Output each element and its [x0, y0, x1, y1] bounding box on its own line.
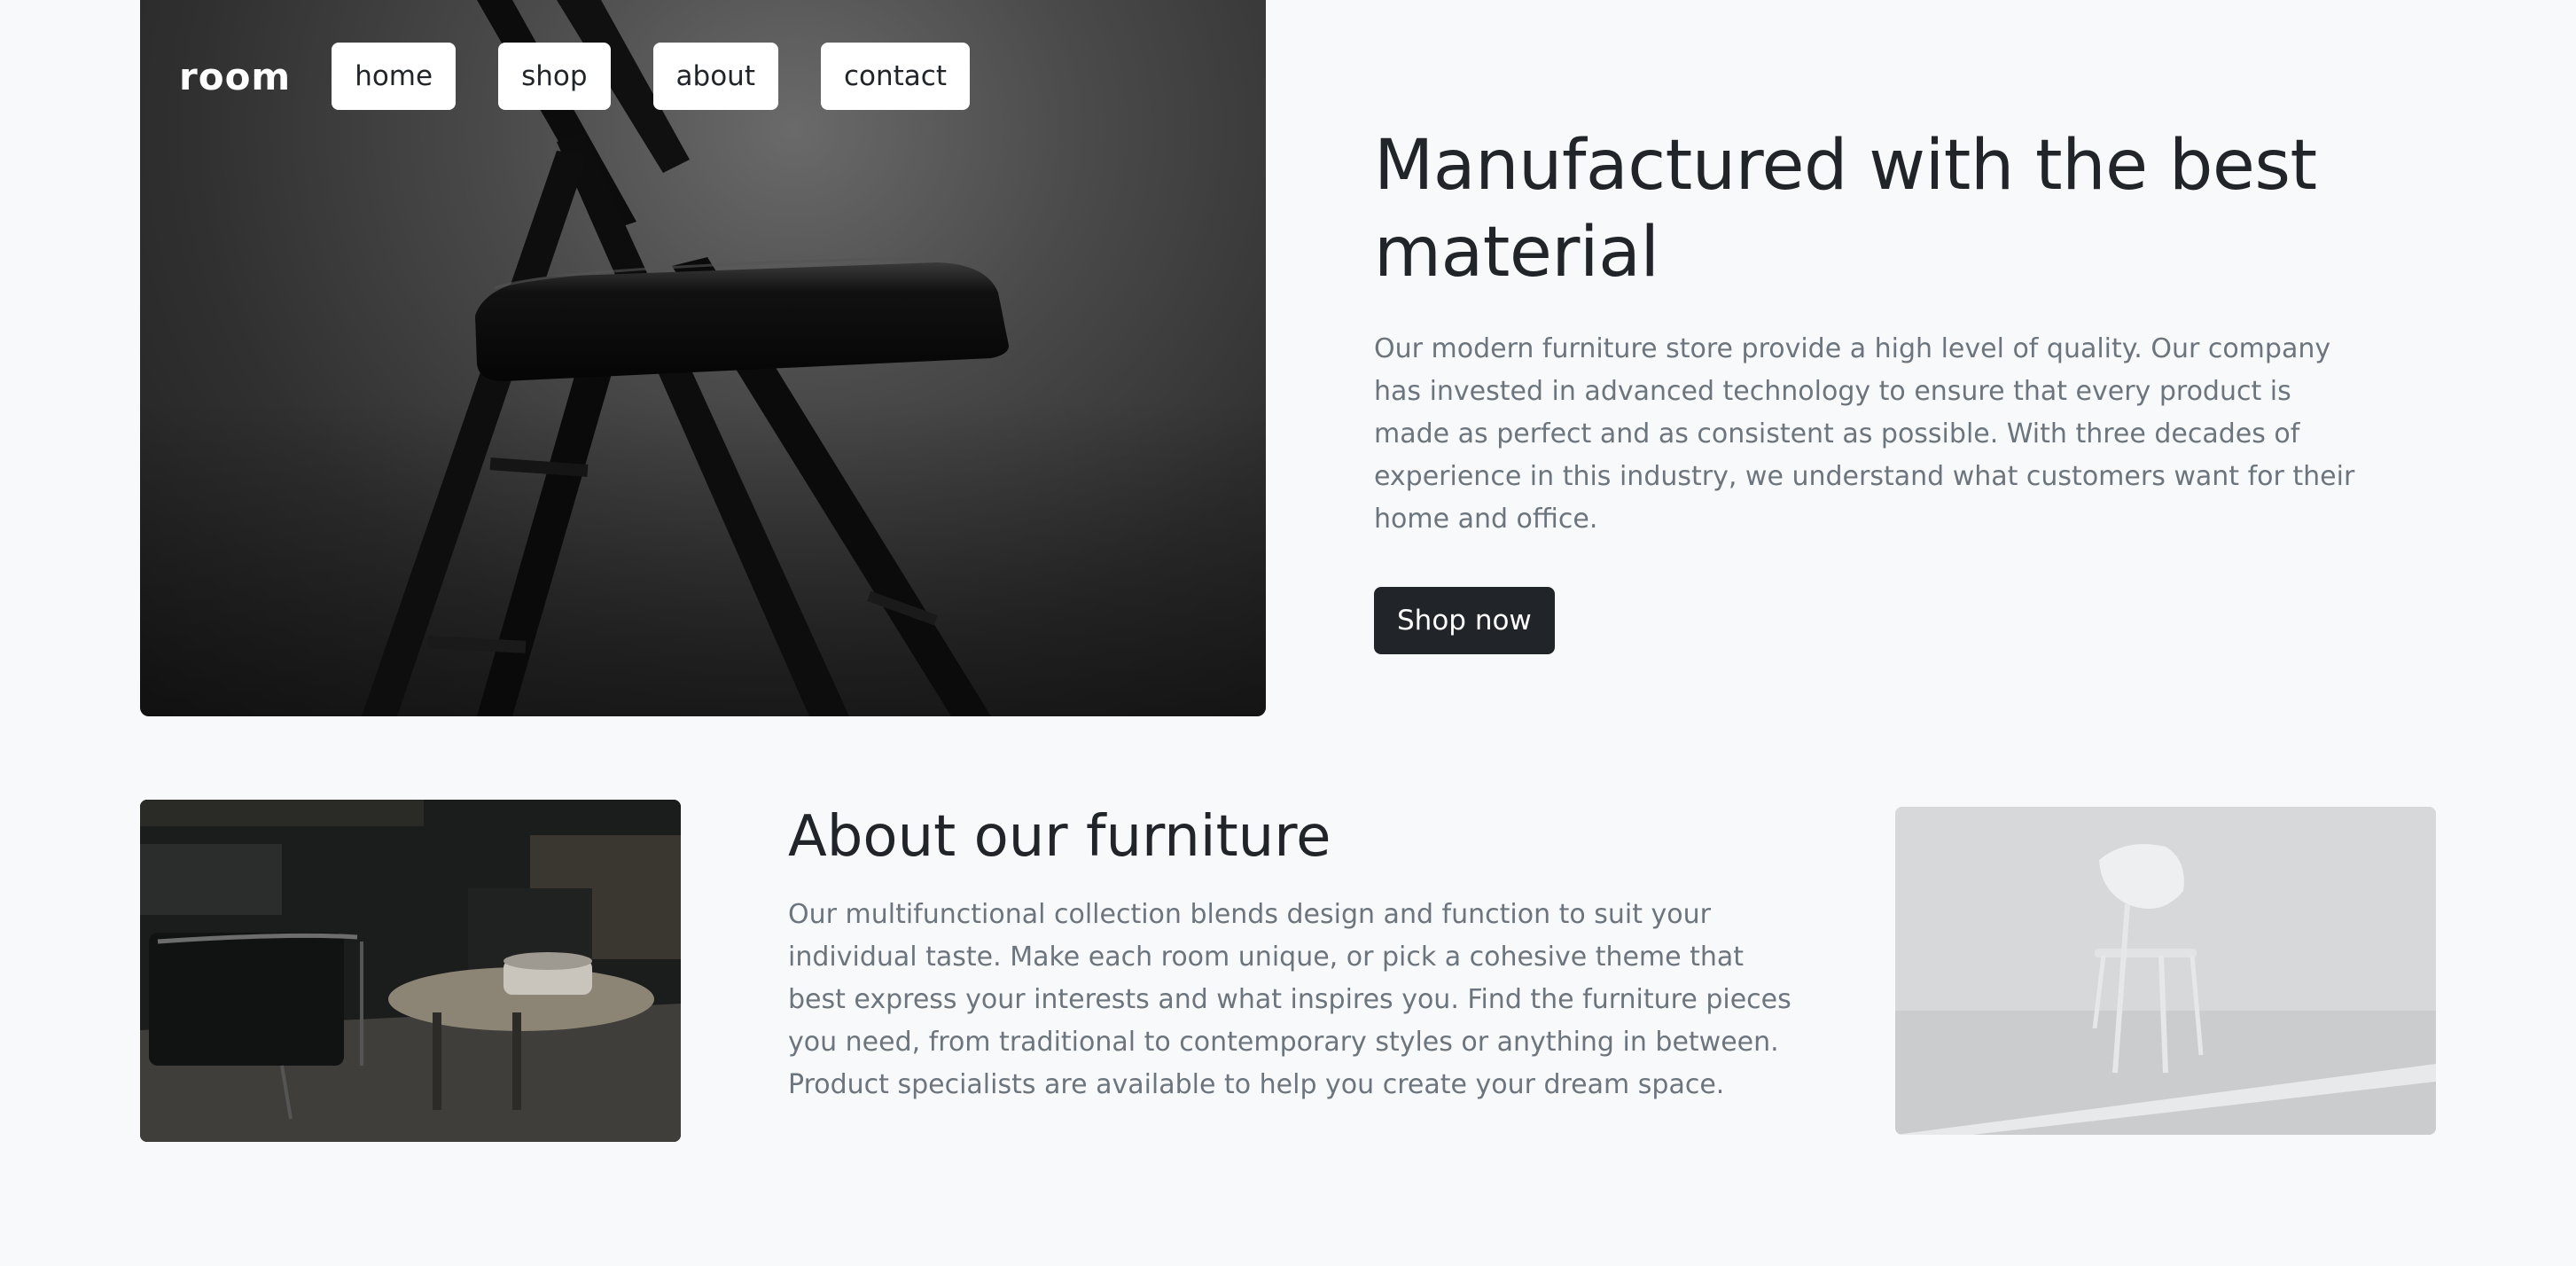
about-description: Our multifunctional collection blends de…: [788, 899, 1791, 1100]
nav-link-shop[interactable]: shop: [498, 43, 611, 110]
about-title: About our furniture: [788, 804, 1331, 870]
shop-now-button[interactable]: Shop now: [1374, 587, 1555, 654]
white-chair-image: [1895, 807, 2436, 1135]
white-chair-illustration: [1895, 807, 2436, 1135]
nav-link-home[interactable]: home: [332, 43, 457, 110]
main-navbar: room home shop about contact: [179, 43, 1012, 110]
about-section: About our furniture Our multifunctional …: [788, 800, 1807, 1106]
nav-link-contact[interactable]: contact: [820, 43, 970, 110]
nav-link-about[interactable]: about: [652, 43, 778, 110]
hero-description: Our modern furniture store provide a hig…: [1374, 333, 2355, 535]
hero-title: Manufactured with the best material: [1374, 126, 2317, 293]
living-room-image: [140, 800, 681, 1142]
armchair-table-illustration: [140, 800, 681, 1142]
brand-logo[interactable]: room: [179, 55, 291, 98]
hero-section: Manufactured with the best material Our …: [1374, 122, 2367, 654]
page: room home shop about contact Manufacture…: [0, 0, 2576, 1266]
